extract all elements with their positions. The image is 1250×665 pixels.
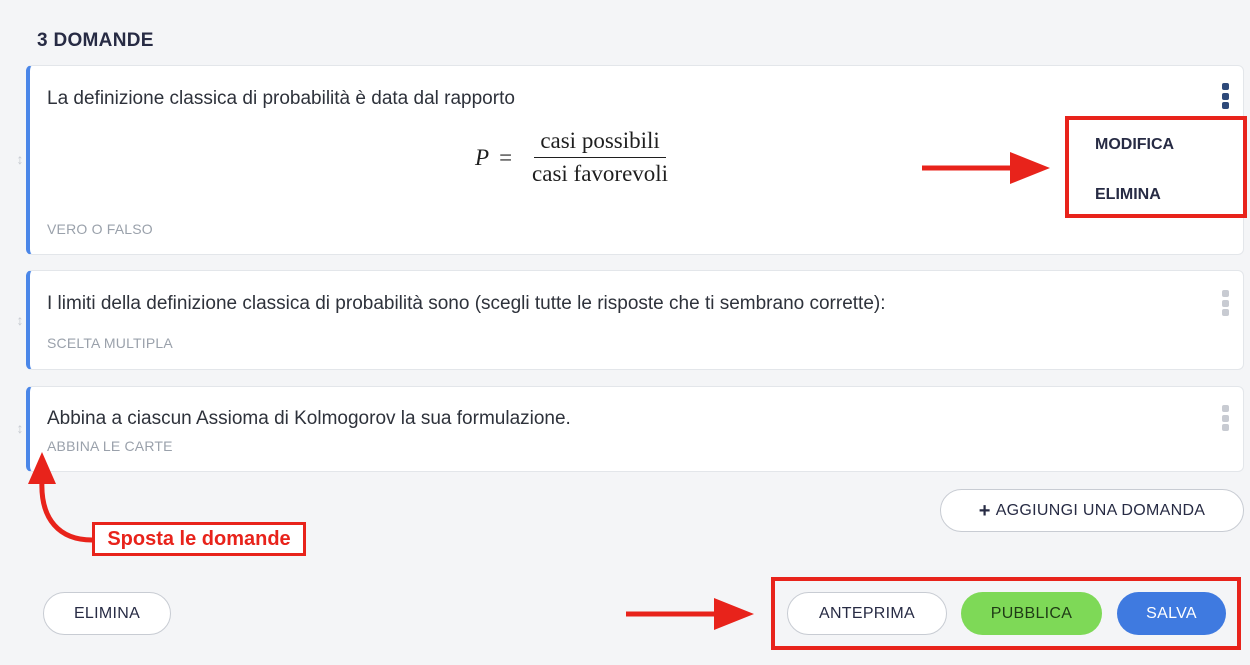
arrow-head [1010, 152, 1050, 184]
arrow-curve [39, 479, 93, 543]
annotation-arrows [28, 152, 1050, 630]
arrow-head [714, 598, 754, 630]
arrow-head [28, 452, 56, 484]
